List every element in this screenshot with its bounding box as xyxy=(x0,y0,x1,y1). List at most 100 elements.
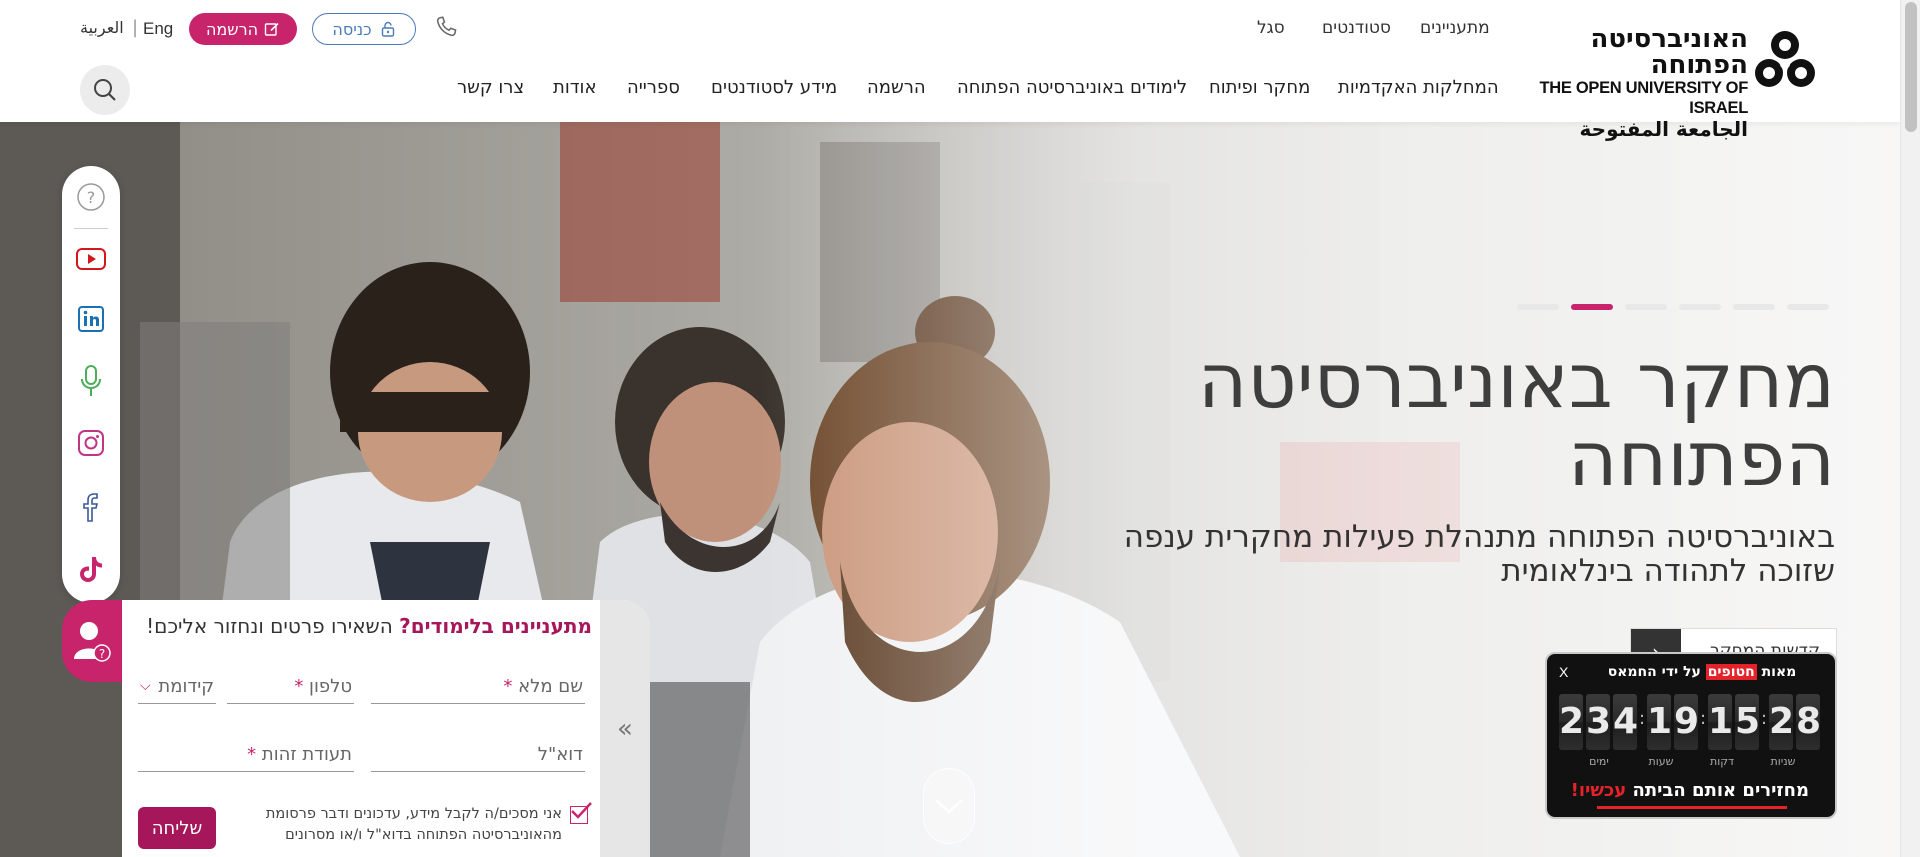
search-button[interactable] xyxy=(80,65,130,115)
nav-research[interactable]: מחקר ופיתוח xyxy=(1209,77,1310,98)
nav-about[interactable]: אודות xyxy=(553,77,597,98)
logo-arabic: الجامعة المفتوحة xyxy=(1579,117,1748,141)
chevron-down-icon xyxy=(935,799,963,814)
countdown-digit: 9 xyxy=(1674,694,1699,750)
nav-studies[interactable]: לימודים באוניברסיטה הפתוחה xyxy=(957,77,1187,98)
search-icon xyxy=(94,79,116,101)
countdown-digit: 4 xyxy=(1613,694,1638,750)
consent-checkbox[interactable] xyxy=(570,802,592,824)
nav-academic-departments[interactable]: המחלקות האקדמיות xyxy=(1338,77,1499,98)
full-name-field[interactable]: שם מלא * xyxy=(371,670,585,704)
unit-days: ימים xyxy=(1589,755,1609,768)
send-button[interactable]: שליחה xyxy=(138,807,216,849)
full-name-label: שם מלא xyxy=(518,676,583,697)
countdown-digits: 2 3 4 : 1 9 : 1 5 : 2 8 xyxy=(1559,694,1825,750)
double-chevron-left-icon: « xyxy=(617,713,633,744)
nav-library[interactable]: ספרייה xyxy=(627,77,680,98)
phone-prefix-label: קידומת xyxy=(158,676,214,697)
countdown-digit: 5 xyxy=(1735,694,1760,750)
scrollbar-thumb[interactable] xyxy=(1905,2,1917,132)
phone-label: טלפון xyxy=(309,676,352,697)
unit-minutes: דקות xyxy=(1709,755,1735,768)
linkedin-icon[interactable] xyxy=(76,304,106,334)
countdown-digit: 1 xyxy=(1647,694,1672,750)
email-field[interactable]: דוא"ל xyxy=(371,738,585,772)
countdown-head-highlight: חטופים xyxy=(1705,664,1757,680)
social-divider xyxy=(74,228,108,229)
slider-dot-active[interactable] xyxy=(1571,304,1613,310)
user-help-icon: ? xyxy=(74,622,111,662)
svg-text:?: ? xyxy=(87,188,96,207)
nav-registration[interactable]: הרשמה xyxy=(867,77,926,98)
lang-separator: | xyxy=(132,17,139,38)
facebook-icon[interactable] xyxy=(76,492,106,522)
countdown-digit: 3 xyxy=(1586,694,1611,750)
countdown-digit: 8 xyxy=(1796,694,1821,750)
edit-icon xyxy=(264,22,279,36)
countdown-foot-text: מחזירים אותם הביתה xyxy=(1626,780,1809,801)
countdown-colon: : xyxy=(1761,708,1768,729)
phone-prefix-select[interactable]: קידומת ⌵ xyxy=(138,670,216,704)
id-number-field[interactable]: תעודת זהות * xyxy=(138,738,354,772)
lead-title-highlight: מתעניינים בלימודים? xyxy=(399,614,592,638)
slider-dot[interactable] xyxy=(1733,304,1775,310)
unit-seconds: שניות xyxy=(1770,755,1796,768)
lang-english-link[interactable]: Eng xyxy=(143,19,173,39)
page-scrollbar[interactable] xyxy=(1900,0,1920,857)
slider-dot[interactable] xyxy=(1787,304,1829,310)
lead-form: מתעניינים בלימודים? השאירו פרטים ונחזור … xyxy=(122,600,650,857)
microphone-icon[interactable] xyxy=(76,365,106,396)
login-button[interactable]: כניסה xyxy=(312,13,416,45)
countdown-digit: 2 xyxy=(1559,694,1584,750)
toplink-prospective[interactable]: מתעניינים xyxy=(1420,18,1490,38)
toplink-students[interactable]: סטודנטים xyxy=(1322,18,1391,38)
id-number-label: תעודת זהות xyxy=(261,744,352,765)
unit-hours: שעות xyxy=(1648,755,1674,768)
countdown-footer: מחזירים אותם הביתה עכשיו! xyxy=(1571,780,1809,801)
youtube-icon[interactable] xyxy=(76,244,106,274)
lead-form-title: מתעניינים בלימודים? השאירו פרטים ונחזור … xyxy=(136,614,592,638)
countdown-colon: : xyxy=(1700,708,1707,729)
tiktok-icon[interactable] xyxy=(76,554,106,584)
consent-text: אני מסכים/ה לקבל מידע, עדכונים ודבר פרסו… xyxy=(265,806,562,843)
email-label: דוא"ל xyxy=(537,744,583,765)
logo-mark-icon xyxy=(1755,31,1815,87)
register-button[interactable]: הרשמה xyxy=(189,13,297,45)
phone-field[interactable]: טלפון * xyxy=(227,670,354,704)
help-icon[interactable]: ? xyxy=(76,182,106,212)
slider-dot[interactable] xyxy=(1679,304,1721,310)
toplink-staff[interactable]: סגל xyxy=(1257,18,1285,38)
checkmark-icon xyxy=(571,802,592,819)
lead-title-rest: השאירו פרטים ונחזור אליכם! xyxy=(146,614,400,638)
close-icon[interactable]: X xyxy=(1559,664,1568,680)
slider-dot[interactable] xyxy=(1625,304,1667,310)
logo-english: THE OPEN UNIVERSITY OF ISRAEL xyxy=(1539,79,1748,117)
university-logo[interactable]: האוניברסיטה הפתוחה THE OPEN UNIVERSITY O… xyxy=(1520,26,1820,140)
required-star: * xyxy=(294,676,304,697)
countdown-head-after: על ידי החמאס xyxy=(1607,664,1706,680)
register-label: הרשמה xyxy=(205,19,259,39)
hero-title: מחקר באוניברסיטה הפתוחה xyxy=(1197,336,1835,503)
nav-contact[interactable]: צרו קשר xyxy=(457,77,524,98)
scroll-down-button[interactable] xyxy=(923,768,975,844)
social-sidebar: ? xyxy=(62,166,120,603)
collapse-form-button[interactable]: « xyxy=(600,600,650,857)
instagram-icon[interactable] xyxy=(76,428,106,458)
countdown-colon: : xyxy=(1639,708,1646,729)
hostages-countdown-widget[interactable]: X מאות חטופים על ידי החמאס 2 3 4 : 1 9 :… xyxy=(1545,652,1837,819)
countdown-digit: 2 xyxy=(1769,694,1794,750)
required-star: * xyxy=(503,676,513,697)
countdown-head-before: מאות xyxy=(1756,664,1797,680)
required-star: * xyxy=(247,744,257,765)
phone-icon[interactable] xyxy=(433,14,459,40)
slider-dot[interactable] xyxy=(1517,304,1559,310)
lock-icon xyxy=(381,21,394,37)
site-header: האוניברסיטה הפתוחה THE OPEN UNIVERSITY O… xyxy=(0,0,1900,140)
nav-student-info[interactable]: מידע לסטודנטים xyxy=(711,77,837,98)
lead-form-toggle[interactable]: ? xyxy=(62,600,122,682)
chevron-down-icon: ⌵ xyxy=(140,678,151,694)
login-label: כניסה xyxy=(332,19,372,39)
hero-subtitle: באוניברסיטה הפתוחה מתנהלת פעילות מחקרית … xyxy=(1123,519,1835,589)
countdown-units: ימים שעות דקות שניות xyxy=(1559,755,1825,771)
lang-arabic-link[interactable]: العربية xyxy=(80,18,124,37)
